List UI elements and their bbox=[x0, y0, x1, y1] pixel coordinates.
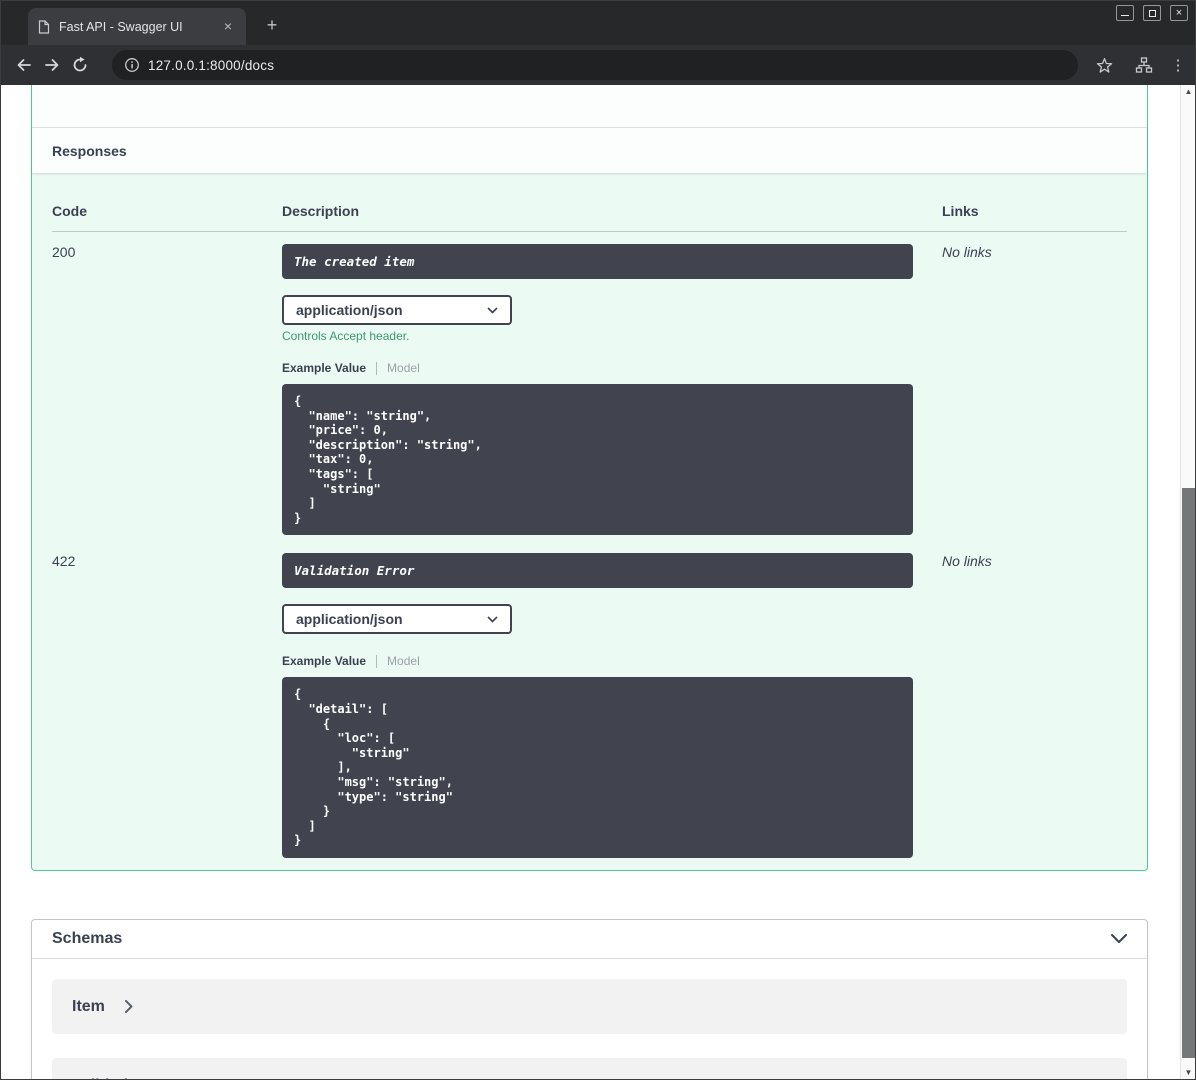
document-icon bbox=[38, 19, 50, 34]
bookmark-button[interactable] bbox=[1090, 51, 1118, 79]
chevron-down-icon bbox=[487, 306, 498, 314]
media-type-value: application/json bbox=[296, 611, 403, 628]
example-tabs: Example Value Model bbox=[282, 654, 913, 668]
example-tabs: Example Value Model bbox=[282, 361, 913, 375]
chevron-right-icon bbox=[124, 999, 133, 1013]
responses-table-head: Code Description Links bbox=[52, 173, 1127, 232]
responses-header: Responses bbox=[32, 127, 1147, 173]
url-text: 127.0.0.1:8000/docs bbox=[148, 57, 275, 73]
column-header-description: Description bbox=[282, 203, 360, 219]
browser-tab[interactable]: Fast API - Swagger UI × bbox=[28, 8, 246, 45]
column-header-links: Links bbox=[942, 203, 979, 219]
window-controls: × bbox=[1116, 5, 1188, 21]
docs-page: Responses Code Description Links 200 The… bbox=[0, 85, 1196, 1080]
tab-divider bbox=[376, 654, 378, 668]
opblock-spacer bbox=[32, 85, 1147, 127]
model-item[interactable]: ValidationError bbox=[52, 1057, 1127, 1080]
scroll-down-icon[interactable]: ▼ bbox=[1181, 1066, 1196, 1080]
response-description: Validation Error bbox=[282, 553, 913, 589]
accept-header-note: Controls Accept header. bbox=[282, 329, 410, 343]
maximize-icon bbox=[1148, 9, 1156, 17]
forward-button[interactable] bbox=[38, 51, 66, 79]
response-row-200: 200 The created item application/json Co… bbox=[52, 232, 1127, 536]
scroll-up-icon[interactable]: ▲ bbox=[1181, 85, 1196, 99]
media-type-select[interactable]: application/json bbox=[282, 604, 512, 635]
panel-button[interactable] bbox=[1130, 51, 1158, 79]
sitemap-icon bbox=[1135, 57, 1153, 73]
bookmark-star-icon bbox=[1096, 57, 1112, 73]
minimize-icon bbox=[1121, 15, 1129, 16]
toolbar-right: ⋮ bbox=[1090, 51, 1190, 79]
responses-section: Responses Code Description Links 200 The… bbox=[31, 85, 1148, 871]
responses-table: Code Description Links 200 The created i… bbox=[32, 173, 1147, 870]
schemas-title: Schemas bbox=[52, 929, 123, 947]
media-type-value: application/json bbox=[296, 302, 403, 318]
column-header-code: Code bbox=[52, 203, 87, 219]
model-name: ValidationError bbox=[72, 1075, 187, 1080]
example-code-block: { "detail": [ { "loc": [ "string" ], "ms… bbox=[282, 677, 913, 858]
tab-model[interactable]: Model bbox=[387, 654, 420, 668]
chevron-down-icon bbox=[487, 616, 498, 623]
response-description-text: The created item bbox=[294, 254, 415, 269]
model-item[interactable]: Item bbox=[52, 978, 1127, 1034]
tab-close-icon[interactable]: × bbox=[220, 19, 236, 35]
tab-example-value[interactable]: Example Value bbox=[282, 361, 366, 375]
schemas-section: Schemas Item ValidationError bbox=[31, 918, 1148, 1080]
tab-strip: Fast API - Swagger UI × + × bbox=[0, 0, 1196, 45]
browser-chrome: Fast API - Swagger UI × + × 127.0.0.1:80… bbox=[0, 0, 1196, 85]
back-button[interactable] bbox=[10, 51, 38, 79]
tab-title: Fast API - Swagger UI bbox=[59, 19, 183, 34]
schemas-body: Item ValidationError bbox=[32, 959, 1147, 1080]
browser-toolbar: 127.0.0.1:8000/docs ⋮ bbox=[0, 45, 1196, 85]
reload-button[interactable] bbox=[66, 51, 94, 79]
reload-icon bbox=[73, 56, 87, 72]
example-code-block: { "name": "string", "price": 0, "descrip… bbox=[282, 384, 913, 536]
tab-example-value[interactable]: Example Value bbox=[282, 654, 366, 668]
close-button[interactable]: × bbox=[1170, 5, 1188, 21]
maximize-button[interactable] bbox=[1143, 5, 1161, 21]
chevron-down-icon[interactable] bbox=[1111, 933, 1127, 944]
response-description-text: Validation Error bbox=[294, 563, 415, 579]
model-name: Item bbox=[72, 997, 105, 1015]
page-scrollbar[interactable]: ▲ ▼ bbox=[1180, 85, 1196, 1080]
scrollbar-thumb[interactable] bbox=[1182, 488, 1196, 1058]
minimize-button[interactable] bbox=[1116, 5, 1134, 21]
response-links: No links bbox=[942, 553, 992, 570]
response-description-cell: The created item application/json Contro… bbox=[282, 232, 913, 536]
response-row-422: 422 Validation Error application/json Ex… bbox=[52, 541, 1127, 858]
site-info-icon[interactable] bbox=[124, 57, 140, 73]
forward-icon bbox=[45, 59, 59, 71]
back-icon bbox=[17, 59, 31, 71]
swagger-content: Responses Code Description Links 200 The… bbox=[31, 85, 1148, 1080]
response-code: 422 bbox=[52, 553, 76, 570]
response-links: No links bbox=[942, 244, 992, 260]
response-description: The created item bbox=[282, 244, 913, 279]
response-code: 200 bbox=[52, 244, 76, 260]
new-tab-button[interactable]: + bbox=[260, 14, 284, 38]
close-icon: × bbox=[1175, 6, 1183, 19]
browser-menu-button[interactable]: ⋮ bbox=[1166, 56, 1190, 74]
schemas-header[interactable]: Schemas bbox=[32, 920, 1147, 959]
tab-model[interactable]: Model bbox=[387, 361, 420, 375]
response-description-cell: Validation Error application/json Exampl… bbox=[282, 541, 913, 858]
url-input[interactable]: 127.0.0.1:8000/docs bbox=[112, 50, 1078, 80]
media-type-select[interactable]: application/json bbox=[282, 295, 512, 325]
responses-title: Responses bbox=[52, 142, 127, 159]
tab-divider bbox=[376, 361, 378, 375]
